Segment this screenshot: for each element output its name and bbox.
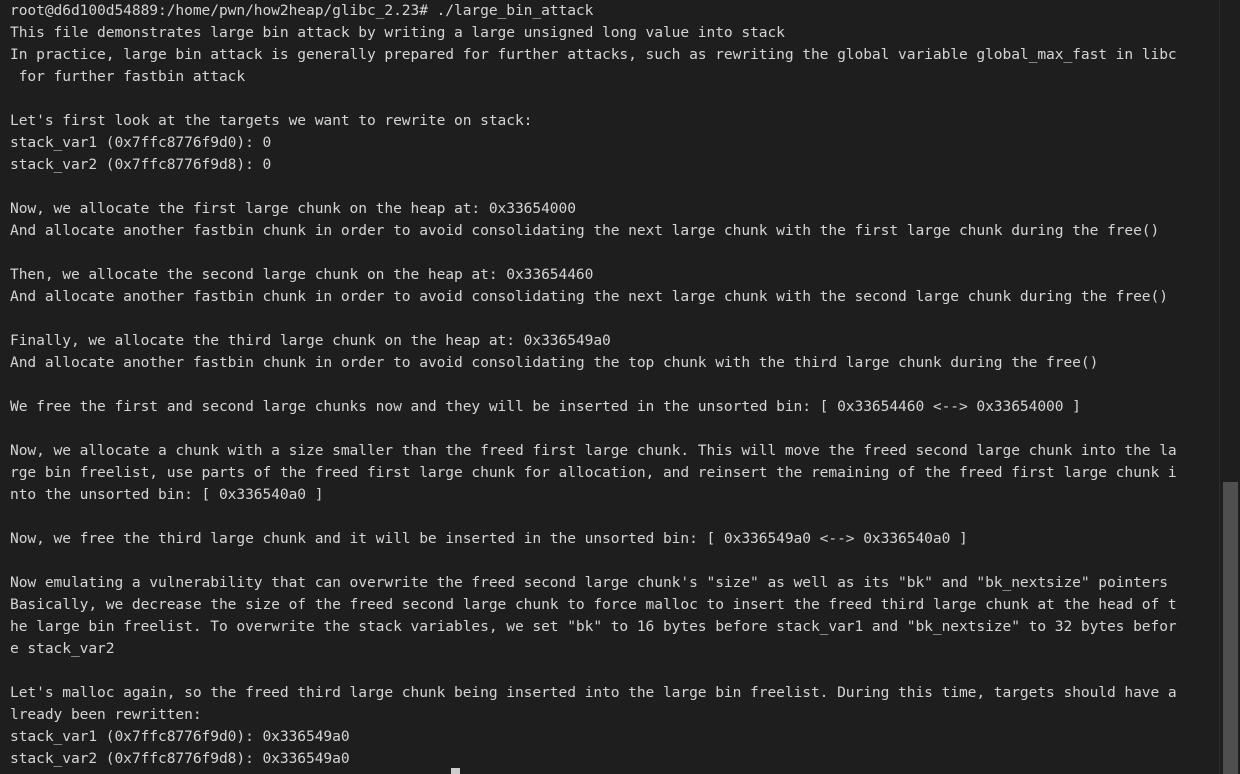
scrollbar-thumb[interactable] (1223, 482, 1238, 774)
terminal-line: We free the first and second large chunk… (10, 398, 1081, 415)
terminal-line: This file demonstrates large bin attack … (10, 24, 785, 41)
terminal-line: And allocate another fastbin chunk in or… (10, 354, 1099, 371)
terminal-line: In practice, large bin attack is general… (10, 46, 1177, 63)
terminal-line: Now, we allocate the first large chunk o… (10, 200, 576, 217)
terminal-line: And allocate another fastbin chunk in or… (10, 288, 1168, 305)
terminal-output[interactable]: root@d6d100d54889:/home/pwn/how2heap/gli… (10, 0, 1222, 770)
terminal-line: Now, we allocate a chunk with a size sma… (10, 442, 1177, 459)
terminal-window[interactable]: root@d6d100d54889:/home/pwn/how2heap/gli… (0, 0, 1240, 774)
command-line: root@d6d100d54889:/home/pwn/how2heap/gli… (10, 2, 594, 19)
terminal-line: Let's malloc again, so the freed third l… (10, 684, 1177, 701)
terminal-line: Finally, we allocate the third large chu… (10, 332, 611, 349)
terminal-line: lready been rewritten: (10, 706, 202, 723)
terminal-line: nto the unsorted bin: [ 0x336540a0 ] (10, 486, 324, 503)
terminal-line: stack_var2 (0x7ffc8776f9d8): 0 (10, 156, 272, 173)
terminal-line: stack_var1 (0x7ffc8776f9d0): 0 (10, 134, 272, 151)
terminal-cursor (451, 768, 460, 774)
terminal-line: stack_var2 (0x7ffc8776f9d8): 0x336549a0 (10, 750, 350, 767)
terminal-line: e stack_var2 (10, 640, 115, 657)
terminal-line: stack_var1 (0x7ffc8776f9d0): 0x336549a0 (10, 728, 350, 745)
terminal-line: for further fastbin attack (10, 68, 246, 85)
terminal-line: Basically, we decrease the size of the f… (10, 596, 1177, 613)
terminal-line: rge bin freelist, use parts of the freed… (10, 464, 1177, 481)
terminal-line: Now, we free the third large chunk and i… (10, 530, 968, 547)
vertical-scrollbar[interactable] (1219, 0, 1240, 774)
terminal-line: he large bin freelist. To overwrite the … (10, 618, 1177, 635)
terminal-line: Now emulating a vulnerability that can o… (10, 574, 1168, 591)
terminal-line: And allocate another fastbin chunk in or… (10, 222, 1160, 239)
terminal-line: Then, we allocate the second large chunk… (10, 266, 594, 283)
terminal-line: Let's first look at the targets we want … (10, 112, 533, 129)
